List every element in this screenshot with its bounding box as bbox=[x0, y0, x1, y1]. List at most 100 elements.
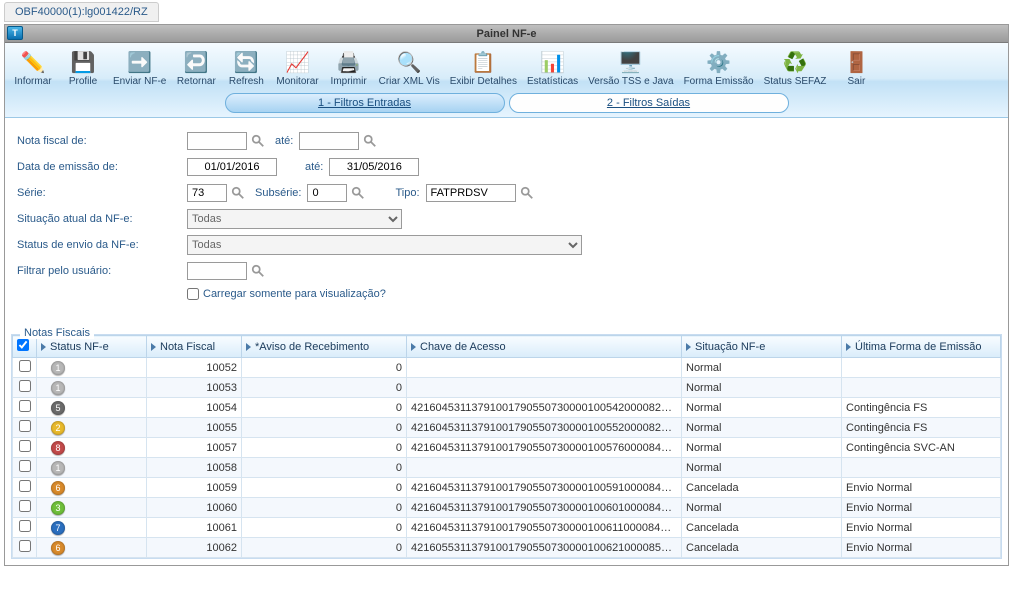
toolbar-icon: 🖨️ bbox=[332, 47, 366, 77]
situacao-select[interactable]: Todas bbox=[187, 209, 402, 229]
table-row[interactable]: 2100550421604531137910017905507300001005… bbox=[13, 418, 1001, 438]
table-row[interactable]: 1100520Normal bbox=[13, 358, 1001, 378]
cell-situacao: Normal bbox=[682, 498, 842, 518]
toolbar-label: Enviar NF-e bbox=[113, 77, 166, 89]
usuario-input[interactable] bbox=[187, 262, 247, 280]
cell-status: 1 bbox=[37, 358, 147, 378]
status-dot-icon: 1 bbox=[51, 381, 65, 395]
status-dot-icon: 2 bbox=[51, 421, 65, 435]
cell-forma bbox=[842, 458, 1001, 478]
header-situacao[interactable]: Situação NF-e bbox=[682, 336, 842, 358]
toolbar-label: Informar bbox=[14, 77, 51, 89]
row-checkbox[interactable] bbox=[19, 500, 31, 512]
toolbar-exibir-detalhes-button[interactable]: 📋Exibir Detalhes bbox=[446, 45, 521, 91]
toolbar-status-sefaz-button[interactable]: ♻️Status SEFAZ bbox=[760, 45, 831, 91]
label-status-envio: Status de envio da NF-e: bbox=[17, 239, 187, 251]
cell-situacao: Normal bbox=[682, 458, 842, 478]
cell-nota-fiscal: 10062 bbox=[147, 538, 242, 558]
row-checkbox[interactable] bbox=[19, 420, 31, 432]
cell-nota-fiscal: 10059 bbox=[147, 478, 242, 498]
cell-situacao: Normal bbox=[682, 398, 842, 418]
search-icon[interactable] bbox=[231, 186, 247, 202]
notas-fiscais-panel: Notas Fiscais Status NF-e Nota Fiscal *A… bbox=[11, 334, 1002, 559]
search-icon[interactable] bbox=[351, 186, 367, 202]
cell-status: 3 bbox=[37, 498, 147, 518]
table-row[interactable]: 6100590421604531137910017905507300001005… bbox=[13, 478, 1001, 498]
status-dot-icon: 5 bbox=[51, 401, 65, 415]
header-aviso[interactable]: *Aviso de Recebimento bbox=[242, 336, 407, 358]
row-checkbox[interactable] bbox=[19, 540, 31, 552]
status-dot-icon: 6 bbox=[51, 541, 65, 555]
cell-status: 5 bbox=[37, 398, 147, 418]
cell-nota-fiscal: 10061 bbox=[147, 518, 242, 538]
cell-aviso: 0 bbox=[242, 398, 407, 418]
table-row[interactable]: 5100540421604531137910017905507300001005… bbox=[13, 398, 1001, 418]
row-checkbox[interactable] bbox=[19, 440, 31, 452]
toolbar-vers-o-tss-e-java-button[interactable]: 🖥️Versão TSS e Java bbox=[584, 45, 677, 91]
table-row[interactable]: 3100600421604531137910017905507300001006… bbox=[13, 498, 1001, 518]
cell-chave: 4216045311379100179055073000010055200008… bbox=[407, 418, 682, 438]
row-checkbox[interactable] bbox=[19, 380, 31, 392]
toolbar-imprimir-button[interactable]: 🖨️Imprimir bbox=[325, 45, 373, 91]
cell-nota-fiscal: 10053 bbox=[147, 378, 242, 398]
cell-status: 2 bbox=[37, 418, 147, 438]
row-checkbox[interactable] bbox=[19, 360, 31, 372]
tab-filtros-saidas[interactable]: 2 - Filtros Saídas bbox=[509, 93, 789, 113]
window-title: Painel NF-e bbox=[5, 25, 1008, 43]
cell-situacao: Cancelada bbox=[682, 538, 842, 558]
toolbar-label: Criar XML Vis bbox=[379, 77, 440, 89]
notas-fiscais-grid: Status NF-e Nota Fiscal *Aviso de Recebi… bbox=[12, 335, 1001, 558]
row-checkbox[interactable] bbox=[19, 480, 31, 492]
status-envio-select[interactable]: Todas bbox=[187, 235, 582, 255]
row-checkbox[interactable] bbox=[19, 400, 31, 412]
cell-chave: 4216045311379100179055073000010054200008… bbox=[407, 398, 682, 418]
cell-situacao: Cancelada bbox=[682, 478, 842, 498]
toolbar-refresh-button[interactable]: 🔄Refresh bbox=[222, 45, 270, 91]
cell-aviso: 0 bbox=[242, 358, 407, 378]
table-row[interactable]: 1100530Normal bbox=[13, 378, 1001, 398]
toolbar-sair-button[interactable]: 🚪Sair bbox=[832, 45, 880, 91]
carregar-visualizacao-checkbox[interactable] bbox=[187, 288, 199, 300]
search-icon[interactable] bbox=[520, 186, 536, 202]
search-icon[interactable] bbox=[251, 134, 267, 150]
serie-input[interactable] bbox=[187, 184, 227, 202]
toolbar-label: Monitorar bbox=[276, 77, 318, 89]
data-ate-input[interactable] bbox=[329, 158, 419, 176]
table-row[interactable]: 1100580Normal bbox=[13, 458, 1001, 478]
toolbar-icon: ♻️ bbox=[778, 47, 812, 77]
toolbar-label: Refresh bbox=[229, 77, 264, 89]
toolbar-icon: 📊 bbox=[536, 47, 570, 77]
table-row[interactable]: 6100620421605531137910017905507300001006… bbox=[13, 538, 1001, 558]
header-nota-fiscal[interactable]: Nota Fiscal bbox=[147, 336, 242, 358]
cell-nota-fiscal: 10060 bbox=[147, 498, 242, 518]
row-checkbox[interactable] bbox=[19, 520, 31, 532]
table-row[interactable]: 8100570421604531137910017905507300001005… bbox=[13, 438, 1001, 458]
data-de-input[interactable] bbox=[187, 158, 277, 176]
search-icon[interactable] bbox=[363, 134, 379, 150]
toolbar-estat-sticas-button[interactable]: 📊Estatísticas bbox=[523, 45, 582, 91]
label-situacao: Situação atual da NF-e: bbox=[17, 213, 187, 225]
toolbar-informar-button[interactable]: ✏️Informar bbox=[9, 45, 57, 91]
status-dot-icon: 6 bbox=[51, 481, 65, 495]
toolbar-monitorar-button[interactable]: 📈Monitorar bbox=[272, 45, 322, 91]
toolbar-profile-button[interactable]: 💾Profile bbox=[59, 45, 107, 91]
toolbar-retornar-button[interactable]: ↩️Retornar bbox=[172, 45, 220, 91]
row-checkbox[interactable] bbox=[19, 460, 31, 472]
toolbar-enviar-nf-e-button[interactable]: ➡️Enviar NF-e bbox=[109, 45, 170, 91]
search-icon[interactable] bbox=[251, 264, 267, 280]
nota-fiscal-de-input[interactable] bbox=[187, 132, 247, 150]
header-chave[interactable]: Chave de Acesso bbox=[407, 336, 682, 358]
tipo-input[interactable] bbox=[426, 184, 516, 202]
cell-aviso: 0 bbox=[242, 378, 407, 398]
cell-status: 7 bbox=[37, 518, 147, 538]
app-tab[interactable]: OBF40000(1):lg001422/RZ bbox=[4, 2, 159, 22]
header-forma[interactable]: Última Forma de Emissão bbox=[842, 336, 1001, 358]
cell-forma: Envio Normal bbox=[842, 538, 1001, 558]
table-row[interactable]: 7100610421604531137910017905507300001006… bbox=[13, 518, 1001, 538]
tab-filtros-entradas[interactable]: 1 - Filtros Entradas bbox=[225, 93, 505, 113]
toolbar-criar-xml-vis-button[interactable]: 🔍Criar XML Vis bbox=[375, 45, 444, 91]
toolbar-forma-emiss-o-button[interactable]: ⚙️Forma Emissão bbox=[680, 45, 758, 91]
subserie-input[interactable] bbox=[307, 184, 347, 202]
cell-nota-fiscal: 10055 bbox=[147, 418, 242, 438]
nota-fiscal-ate-input[interactable] bbox=[299, 132, 359, 150]
